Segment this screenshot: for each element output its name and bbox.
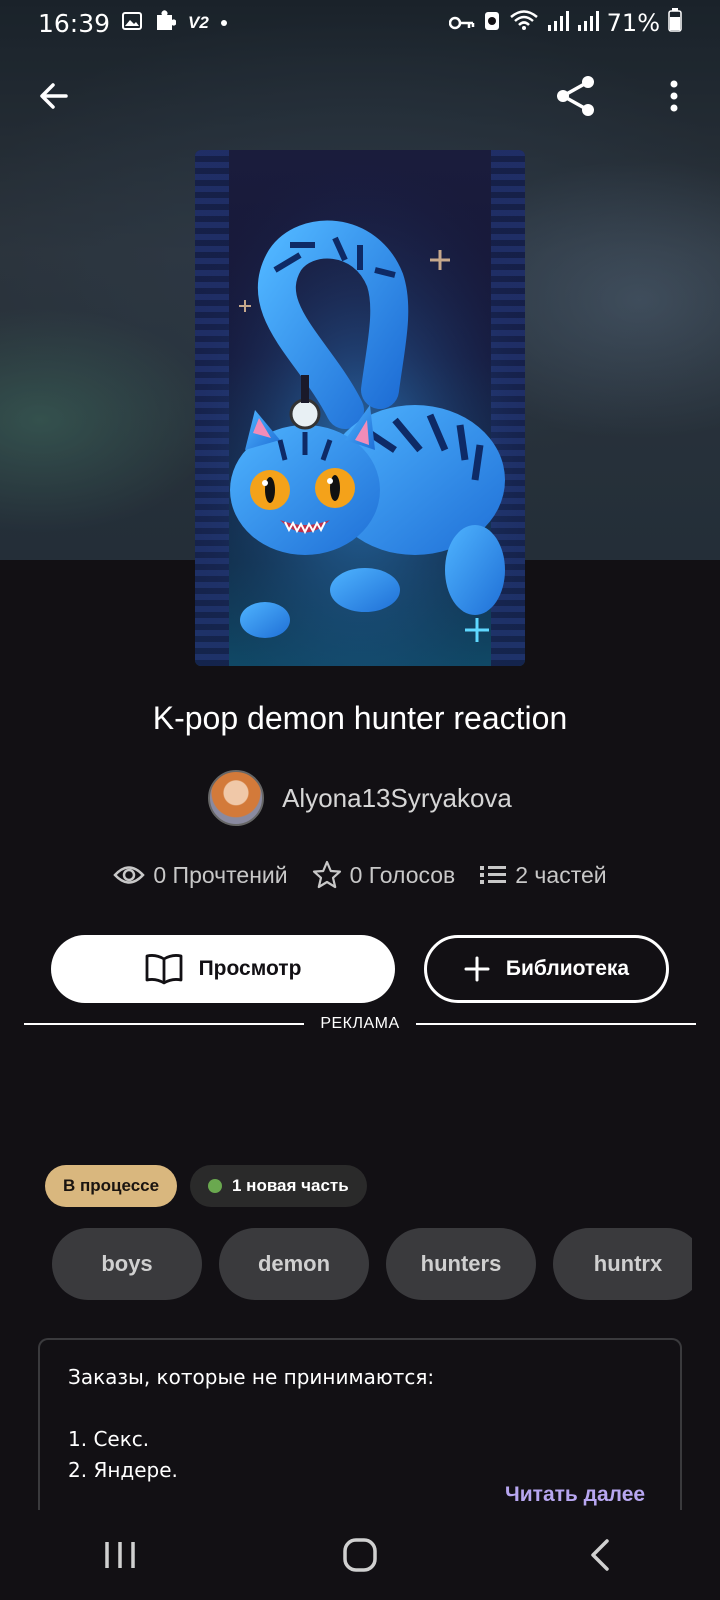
- blue-tiger-illustration: [195, 150, 525, 666]
- more-vertical-icon: [670, 80, 678, 112]
- system-back-button[interactable]: [560, 1515, 640, 1595]
- list-icon: [480, 866, 507, 884]
- plus-icon: [464, 956, 490, 982]
- parts-stat: 2 частей: [479, 861, 607, 889]
- battery-icon: [668, 8, 682, 38]
- open-book-icon: [145, 954, 182, 985]
- tags-row[interactable]: boys demon hunters huntrx: [52, 1228, 692, 1300]
- top-app-bar: [0, 62, 720, 132]
- puzzle-notification-icon: [154, 9, 177, 38]
- back-button[interactable]: [26, 68, 82, 124]
- author-avatar[interactable]: [208, 770, 265, 826]
- battery-percent: 71%: [606, 9, 660, 37]
- tag-chip[interactable]: demon: [219, 1228, 369, 1300]
- home-button[interactable]: [320, 1515, 400, 1595]
- signal-1-icon: [547, 9, 569, 37]
- recent-apps-icon: [105, 1542, 135, 1568]
- description-line: 2. Яндере.: [68, 1458, 178, 1482]
- description-line: 1. Секс.: [68, 1427, 150, 1451]
- reads-stat: 0 Прочтений: [113, 861, 288, 889]
- recycle-icon: [483, 9, 501, 37]
- image-notification-icon: [122, 9, 143, 38]
- home-icon: [343, 1538, 377, 1572]
- votes-count: 0 Голосов: [349, 861, 456, 888]
- new-part-label: 1 новая часть: [232, 1176, 349, 1195]
- reads-count: 0 Прочтений: [153, 861, 288, 888]
- ad-label: РЕКЛАМА: [320, 1015, 400, 1032]
- eye-icon: [113, 866, 146, 884]
- author-row[interactable]: Alyona13Syryakova: [0, 770, 720, 826]
- ad-divider: РЕКЛАМА: [24, 1012, 696, 1036]
- add-to-library-button[interactable]: Библиотека: [424, 935, 669, 1003]
- book-stats: 0 Прочтений 0 Голосов 2 частей: [0, 860, 720, 890]
- book-cover-image[interactable]: [195, 150, 525, 666]
- more-options-button[interactable]: [646, 68, 702, 124]
- description-blank-line: [68, 1393, 652, 1424]
- ad-divider-line-left: [24, 1023, 305, 1025]
- author-name[interactable]: Alyona13Syryakova: [282, 783, 512, 814]
- signal-2-icon: [577, 9, 599, 37]
- read-more-link[interactable]: Читать далее: [505, 1483, 645, 1507]
- share-icon: [557, 76, 594, 116]
- star-icon: [312, 860, 341, 889]
- share-button[interactable]: [548, 68, 604, 124]
- system-navigation-bar: [0, 1510, 720, 1600]
- ad-divider-line-right: [415, 1023, 696, 1025]
- view-button[interactable]: Просмотр: [51, 935, 395, 1003]
- chevron-left-icon: [591, 1539, 609, 1571]
- book-title: K-pop demon hunter reaction: [152, 700, 568, 736]
- wifi-icon: [509, 9, 539, 37]
- key-icon: [448, 9, 475, 37]
- recent-apps-button[interactable]: [80, 1515, 160, 1595]
- v2-badge: V2: [188, 13, 209, 32]
- view-button-label: Просмотр: [198, 957, 302, 980]
- votes-stat: 0 Голосов: [312, 860, 456, 890]
- tag-chip[interactable]: hunters: [386, 1228, 536, 1300]
- green-dot-icon: [208, 1179, 222, 1193]
- tag-chip[interactable]: boys: [52, 1228, 202, 1300]
- tag-chip[interactable]: huntrx: [553, 1228, 692, 1300]
- description-line: Заказы, которые не принимаются:: [68, 1365, 435, 1389]
- status-time: 16:39: [38, 8, 111, 38]
- notification-dot: [220, 20, 227, 26]
- status-bar: 16:39 V2 71%: [0, 0, 720, 46]
- status-badge: В процессе: [45, 1165, 178, 1207]
- new-part-badge: 1 новая часть: [190, 1165, 367, 1207]
- arrow-left-icon: [40, 83, 68, 109]
- library-button-label: Библиотека: [505, 957, 630, 980]
- parts-count: 2 частей: [515, 861, 607, 888]
